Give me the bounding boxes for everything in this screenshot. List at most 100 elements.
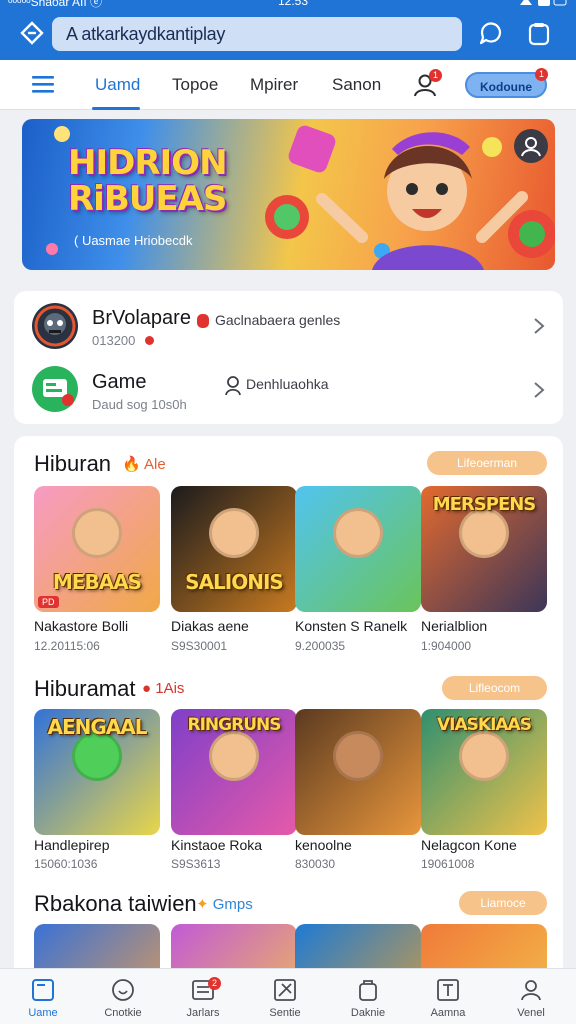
section-tag-text: Ale [144, 456, 166, 473]
game-meta: 9.200035 [295, 639, 346, 653]
game-tile[interactable]: VIASKIAAS [421, 709, 547, 835]
status-clock: 12:53 [278, 0, 309, 8]
bottom-nav-label: Jarlars [186, 1007, 220, 1019]
game-name: Diakas aene [171, 618, 249, 634]
promo-meta: 013200 [92, 333, 136, 348]
promo-title: BrVolapare [92, 307, 191, 329]
promo-desc: Gaclnabaera genles [215, 312, 341, 328]
banner-title-line-2: RiBUEAS [68, 179, 227, 219]
banner-title-line-1: HIDRION [68, 143, 228, 183]
profile-badge: 1 [429, 69, 442, 82]
section-title: Hiburamat [34, 676, 136, 701]
bottom-nav-label: Venel [517, 1007, 545, 1019]
bottom-nav-item[interactable]: Aamna [413, 977, 483, 1019]
promo-meta-dot [145, 336, 154, 345]
bottom-nav-item[interactable]: Venel [496, 977, 566, 1019]
user-outline-icon [225, 376, 241, 396]
tab-sanon[interactable]: Sanon [332, 75, 381, 95]
character-art [333, 508, 383, 558]
game-tile[interactable]: SALIONIS [171, 486, 297, 612]
bottom-nav-home[interactable]: Uame [8, 977, 78, 1019]
game-meta: 15060:1036 [34, 857, 98, 871]
chat-bubble-icon[interactable] [478, 21, 504, 47]
game-tile[interactable]: AENGAAL [34, 709, 160, 835]
tab-topoe[interactable]: Topoe [172, 75, 218, 95]
promo-badge [197, 314, 209, 328]
character-art [333, 731, 383, 781]
game-tile[interactable]: MEBAAS PD [34, 486, 160, 612]
see-more-button[interactable]: Lifleocom [442, 676, 547, 700]
bottom-nav-label: Cnotkie [104, 1007, 142, 1019]
bottom-nav-label: Sentie [269, 1007, 301, 1019]
promo-row[interactable]: BrVolapare Gaclnabaera genles 013200 [14, 293, 563, 359]
section-tag-text: 1Ais [155, 680, 185, 697]
game-meta: 12.20115:06 [34, 639, 100, 653]
game-name: Handlepirep [34, 837, 110, 853]
section-title: Rbakona taiwien [34, 891, 197, 916]
tools-icon [274, 979, 296, 1001]
status-icons [518, 0, 568, 8]
game-meta: 1:904000 [421, 639, 472, 653]
chevron-right-icon [534, 318, 545, 334]
section-tag: 🔥 Ale [122, 456, 166, 473]
section-tag: ✦ Gmps [196, 896, 253, 913]
chat-icon [32, 366, 78, 412]
chevron-right-icon [534, 382, 545, 398]
section-tag-text: Gmps [212, 896, 253, 913]
character-art [72, 508, 122, 558]
banner-avatar[interactable] [514, 129, 548, 163]
game-tile[interactable]: RINGRUNS [171, 709, 297, 835]
avatar-icon [32, 303, 78, 349]
bottom-nav-item[interactable]: 2 Jarlars [168, 977, 238, 1019]
person-icon [521, 137, 541, 157]
carrier-label: ᵒᵒᵒᵒᵒShaoar AII ⓔ [8, 0, 103, 9]
game-meta: 830030 [295, 857, 336, 871]
tabs-icon[interactable] [527, 21, 551, 47]
bottom-nav-label: Aamna [430, 1007, 466, 1019]
see-more-button[interactable]: Liamoce [459, 891, 547, 915]
game-meta: S9S30001 [171, 639, 228, 653]
promo-desc: Denhluaohka [246, 376, 329, 392]
character-art [209, 508, 259, 558]
game-name: Nakastore Bolli [34, 618, 129, 634]
game-name: Kinstaoe Roka [171, 837, 263, 853]
bottom-nav-label: Uame [28, 1007, 58, 1019]
hero-banner[interactable]: HIDRION RiBUEAS ( Uasmae Hriobecdk [22, 119, 555, 270]
signal-battery-icon [520, 0, 567, 6]
hamburger-menu-icon[interactable] [32, 74, 54, 94]
tab-mpirer[interactable]: Mpirer [250, 75, 298, 95]
promo-row[interactable]: Game Denhluaohka Daud sog 10s0h [14, 357, 563, 423]
game-meta: S9S3613 [171, 857, 221, 871]
tile-logo: RINGRUNS [187, 715, 282, 735]
game-tile[interactable] [295, 486, 421, 612]
promo-meta: Daud sog 10s0h [92, 397, 187, 412]
bottom-nav-item[interactable]: Daknie [333, 977, 403, 1019]
game-tile[interactable]: MERSPENS [421, 486, 547, 612]
status-bar: ᵒᵒᵒᵒᵒShaoar AII ⓔ 12:53 [8, 0, 568, 9]
url-input[interactable]: A atkarkaydkantiplay [52, 17, 462, 51]
tile-logo: MEBAAS [52, 570, 142, 594]
browser-top-bar: ᵒᵒᵒᵒᵒShaoar AII ⓔ 12:53 A atkarkaydkanti… [0, 0, 576, 60]
game-name: Konsten S Ranelk [295, 618, 408, 634]
promo-card: BrVolapare Gaclnabaera genles 013200 Gam… [14, 291, 563, 424]
text-icon [437, 979, 459, 1001]
banner-title: HIDRION RiBUEAS [68, 143, 228, 219]
game-meta: 19061008 [421, 857, 475, 871]
games-card: Hiburan 🔥 Ale Lifeoerman MEBAAS PD SALION… [14, 436, 563, 1024]
game-tile[interactable] [295, 709, 421, 835]
tile-logo: AENGAAL [47, 715, 148, 739]
active-tab-indicator [92, 107, 140, 110]
bag-icon [359, 980, 377, 1001]
main-nav: Uamd Topoe Mpirer Sanon 1 Kodoune 1 [0, 60, 576, 110]
tile-logo: SALIONIS [185, 570, 284, 594]
pill-badge: 1 [535, 68, 548, 81]
bottom-nav-item[interactable]: Sentie [250, 977, 320, 1019]
tile-logo: VIASKIAAS [437, 715, 532, 735]
see-more-button[interactable]: Lifeoerman [427, 451, 547, 475]
home-icon [32, 979, 54, 1001]
home-shortcut-icon[interactable] [18, 19, 46, 49]
bottom-nav-item[interactable]: Cnotkie [88, 977, 158, 1019]
promo-title: Game [92, 371, 147, 393]
tile-logo: MERSPENS [432, 494, 537, 515]
tab-home[interactable]: Uamd [95, 75, 140, 95]
